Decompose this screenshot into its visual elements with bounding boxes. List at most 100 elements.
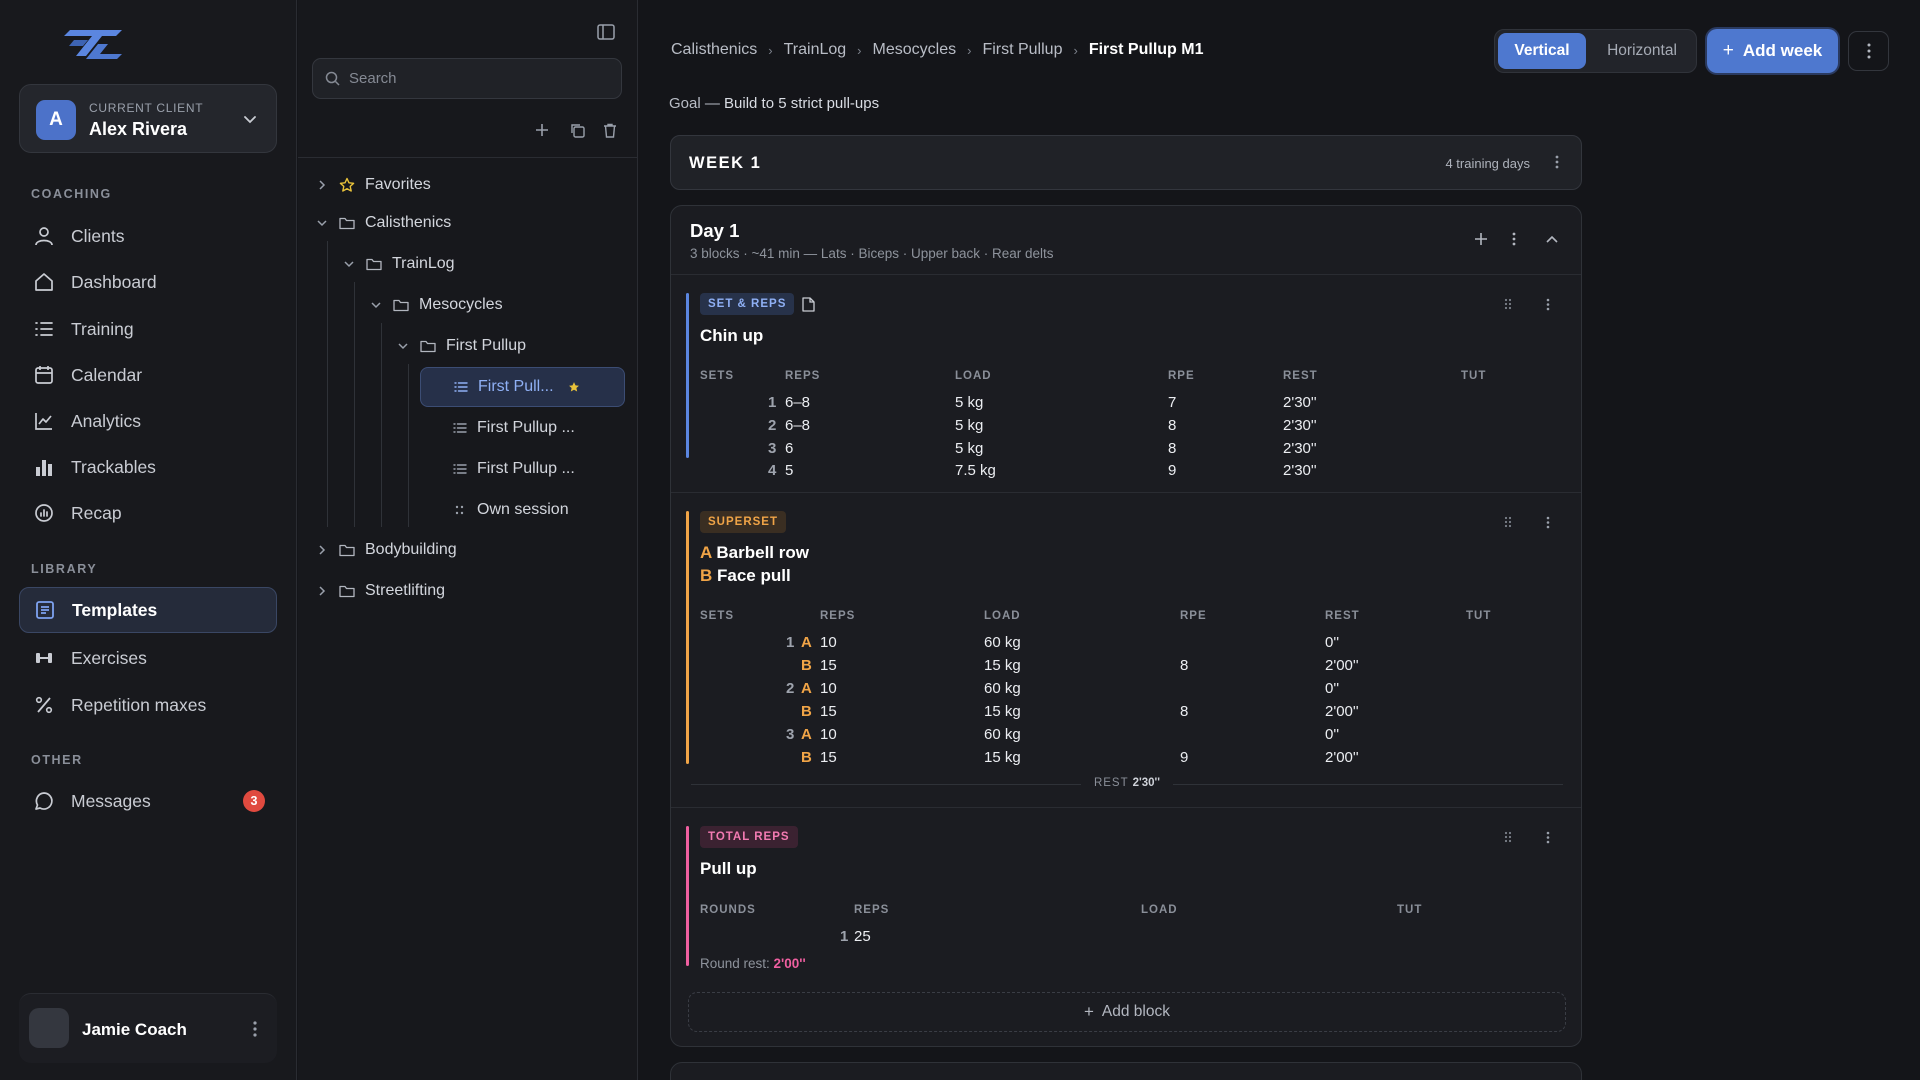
more-options-button[interactable] — [1848, 31, 1889, 71]
more-vertical-icon[interactable] — [253, 1021, 257, 1037]
load-value[interactable]: 15 kg — [984, 703, 1021, 720]
reps-value[interactable]: 6–8 — [785, 417, 810, 434]
exercise-name[interactable]: Chin up — [700, 326, 763, 346]
round-rest[interactable]: Round rest: 2'00'' — [700, 956, 806, 971]
add-week-button[interactable]: + Add week — [1707, 29, 1838, 73]
rest-value[interactable]: 2'30'' — [1283, 394, 1317, 411]
rest-value[interactable]: 0'' — [1325, 634, 1339, 651]
exercise-b-name[interactable]: B Face pull — [700, 566, 791, 586]
nav-item-training[interactable]: Training — [19, 306, 277, 352]
plus-icon[interactable] — [1474, 232, 1488, 246]
rpe-value[interactable]: 8 — [1180, 703, 1188, 720]
tree-item-calisthenics[interactable]: Calisthenics — [313, 205, 451, 241]
rest-value[interactable]: 0'' — [1325, 680, 1339, 697]
drag-handle-icon[interactable] — [1504, 298, 1512, 310]
rpe-value[interactable]: 9 — [1168, 462, 1176, 479]
load-value[interactable]: 60 kg — [984, 726, 1021, 743]
nav-item-recap[interactable]: Recap — [19, 490, 277, 536]
exercise-a-name[interactable]: A Barbell row — [700, 543, 809, 563]
nav-item-templates[interactable]: Templates — [19, 587, 277, 633]
breadcrumb-item[interactable]: First Pullup — [982, 41, 1062, 59]
rest-value[interactable]: 2'30'' — [1283, 417, 1317, 434]
view-horizontal-button[interactable]: Horizontal — [1589, 33, 1695, 69]
current-client-selector[interactable]: A CURRENT CLIENT Alex Rivera — [19, 84, 277, 153]
rest-value[interactable]: 2'00'' — [1325, 749, 1359, 766]
dumbbell-icon — [31, 645, 57, 671]
load-value[interactable]: 15 kg — [984, 749, 1021, 766]
load-value[interactable]: 7.5 kg — [955, 462, 996, 479]
search-input[interactable] — [349, 59, 609, 98]
rest-value[interactable]: 2'00'' — [1325, 657, 1359, 674]
rpe-value[interactable]: 8 — [1168, 417, 1176, 434]
tree-item-streetlifting[interactable]: Streetlifting — [313, 573, 445, 609]
tree-item-bodybuilding[interactable]: Bodybuilding — [313, 532, 457, 568]
breadcrumb-item[interactable]: TrainLog — [784, 41, 847, 59]
rest-value[interactable]: 2'00'' — [1325, 703, 1359, 720]
star-filled-icon[interactable] — [568, 381, 580, 393]
more-vertical-icon[interactable] — [1546, 298, 1550, 311]
tree-item-first-pullup[interactable]: First Pullup — [394, 328, 526, 364]
exercise-name[interactable]: Pull up — [700, 859, 757, 879]
reps-value[interactable]: 6–8 — [785, 394, 810, 411]
drag-handle-icon[interactable] — [1504, 516, 1512, 528]
plus-icon[interactable] — [530, 118, 554, 142]
reps-value[interactable]: 15 — [820, 657, 837, 674]
rest-value[interactable]: 0'' — [1325, 726, 1339, 743]
reps-value[interactable]: 5 — [785, 462, 793, 479]
rest-between-blocks[interactable]: REST 2'30'' — [691, 777, 1563, 791]
user-profile[interactable]: Jamie Coach — [19, 993, 277, 1063]
panel-toggle-icon[interactable] — [597, 24, 615, 40]
drag-handle-icon[interactable] — [1504, 831, 1512, 843]
rpe-value[interactable]: 9 — [1180, 749, 1188, 766]
add-block-button[interactable]: + Add block — [688, 992, 1566, 1032]
app-logo[interactable] — [64, 26, 128, 60]
rest-value[interactable]: 2'30'' — [1283, 440, 1317, 457]
tree-item-first-pullup-m2[interactable]: First Pullup ... — [453, 410, 575, 446]
nav-item-repetition-maxes[interactable]: Repetition maxes — [19, 682, 277, 728]
more-vertical-icon[interactable] — [1512, 232, 1516, 246]
nav-item-calendar[interactable]: Calendar — [19, 352, 277, 398]
tree-item-favorites[interactable]: Favorites — [313, 167, 431, 203]
load-value[interactable]: 60 kg — [984, 680, 1021, 697]
load-value[interactable]: 60 kg — [984, 634, 1021, 651]
reps-value[interactable]: 10 — [820, 680, 837, 697]
nav-item-analytics[interactable]: Analytics — [19, 398, 277, 444]
reps-value[interactable]: 25 — [854, 928, 871, 945]
load-value[interactable]: 5 kg — [955, 417, 983, 434]
load-value[interactable]: 5 kg — [955, 440, 983, 457]
week-header[interactable]: WEEK 1 4 training days — [670, 135, 1582, 190]
duplicate-icon[interactable] — [565, 118, 589, 142]
tree-item-first-pullup-m3[interactable]: First Pullup ... — [453, 451, 575, 487]
breadcrumb-item[interactable]: Mesocycles — [873, 41, 957, 59]
reps-value[interactable]: 10 — [820, 634, 837, 651]
reps-value[interactable]: 15 — [820, 703, 837, 720]
rest-value[interactable]: 2'30'' — [1283, 462, 1317, 479]
tree-item-trainlog[interactable]: TrainLog — [340, 246, 455, 282]
view-vertical-button[interactable]: Vertical — [1498, 33, 1586, 69]
trash-icon[interactable] — [598, 118, 622, 142]
note-icon[interactable] — [802, 297, 815, 312]
chevron-up-icon[interactable] — [1546, 235, 1558, 243]
load-value[interactable]: 15 kg — [984, 657, 1021, 674]
reps-value[interactable]: 15 — [820, 749, 837, 766]
nav-item-messages[interactable]: Messages 3 — [19, 778, 277, 824]
tree-item-mesocycles[interactable]: Mesocycles — [367, 287, 503, 323]
rpe-value[interactable]: 8 — [1168, 440, 1176, 457]
grip-icon — [453, 504, 467, 516]
tree-item-own-session[interactable]: Own session — [453, 492, 569, 528]
rpe-value[interactable]: 7 — [1168, 394, 1176, 411]
reps-value[interactable]: 10 — [820, 726, 837, 743]
nav-item-clients[interactable]: Clients — [19, 213, 277, 259]
more-vertical-icon[interactable] — [1555, 155, 1559, 169]
folder-icon — [393, 298, 409, 312]
reps-value[interactable]: 6 — [785, 440, 793, 457]
tree-item-first-pullup-m1[interactable]: First Pull... — [420, 367, 625, 407]
nav-item-trackables[interactable]: Trackables — [19, 444, 277, 490]
load-value[interactable]: 5 kg — [955, 394, 983, 411]
rpe-value[interactable]: 8 — [1180, 657, 1188, 674]
breadcrumb-item[interactable]: Calisthenics — [671, 41, 757, 59]
more-vertical-icon[interactable] — [1546, 516, 1550, 529]
nav-item-dashboard[interactable]: Dashboard — [19, 259, 277, 305]
more-vertical-icon[interactable] — [1546, 831, 1550, 844]
nav-item-exercises[interactable]: Exercises — [19, 635, 277, 681]
